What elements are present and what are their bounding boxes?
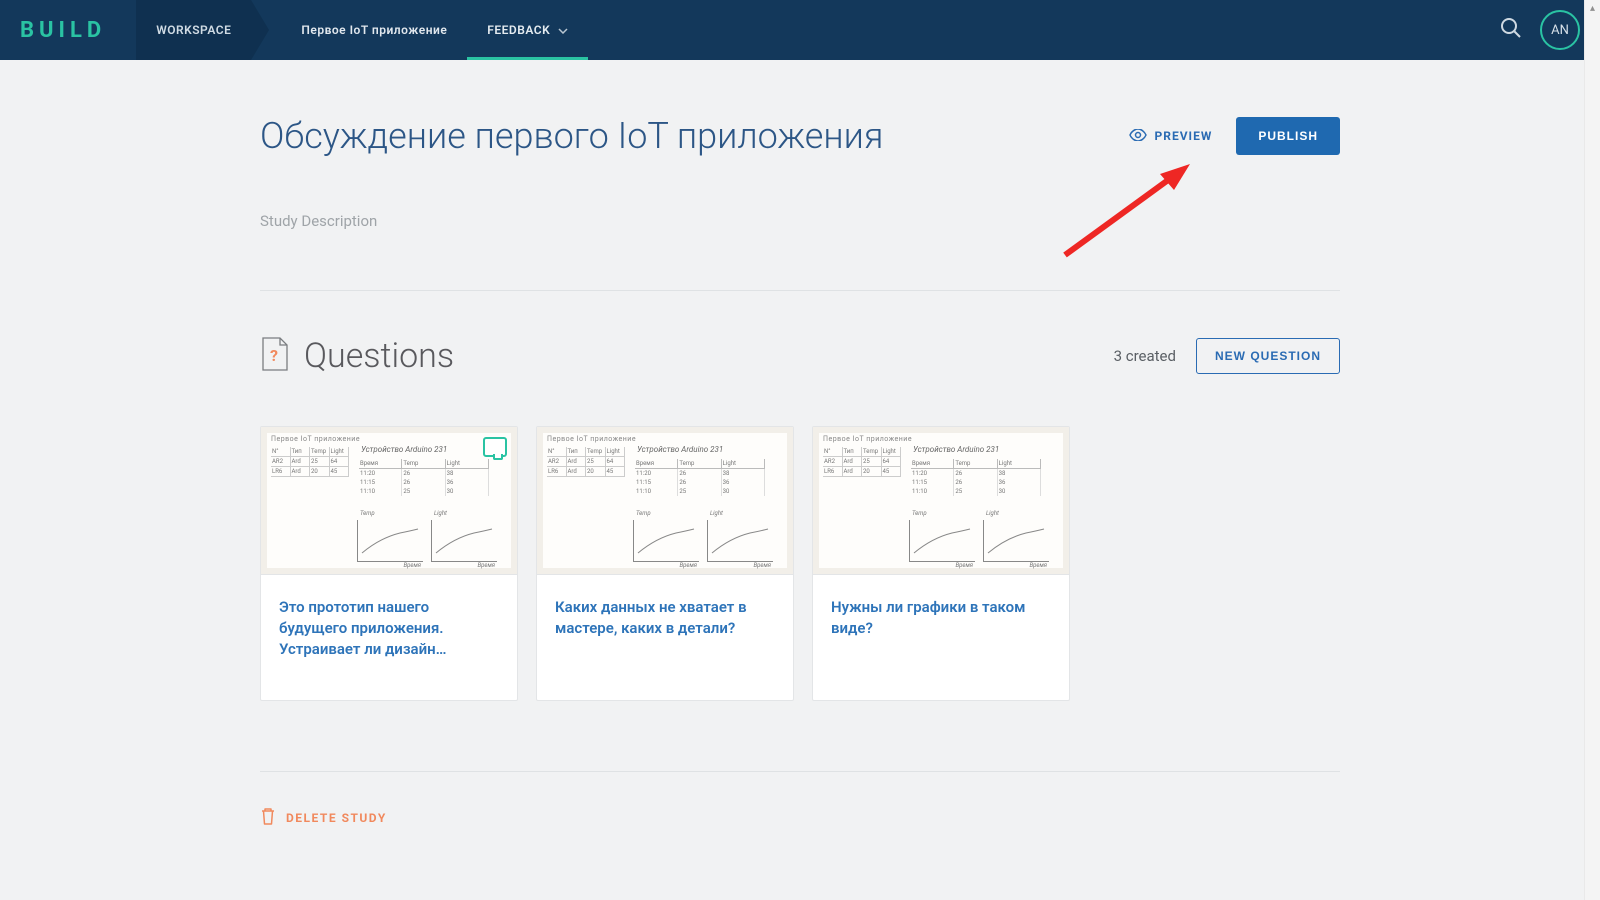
questions-heading: Questions <box>304 336 454 376</box>
preview-button[interactable]: PREVIEW <box>1129 129 1213 144</box>
question-doc-icon: ? <box>260 337 288 375</box>
nav-feedback-tab[interactable]: FEEDBACK <box>467 0 588 60</box>
eye-icon <box>1129 129 1147 144</box>
question-cards: Первое IoT приложение N°ТипTempLightAR2A… <box>260 426 1340 701</box>
monitor-icon <box>483 437 507 457</box>
sketch-thumbnail: Первое IoT приложение N°ТипTempLightAR2A… <box>267 433 511 568</box>
nav-workspace[interactable]: WORKSPACE <box>136 0 251 60</box>
search-icon[interactable] <box>1500 17 1522 43</box>
card-thumbnail: Первое IoT приложение N°ТипTempLightAR2A… <box>537 427 793 575</box>
user-avatar[interactable]: AN <box>1540 10 1580 50</box>
question-card[interactable]: Первое IoT приложение N°ТипTempLightAR2A… <box>260 426 518 701</box>
new-question-button[interactable]: NEW QUESTION <box>1196 338 1340 374</box>
card-thumbnail: Первое IoT приложение N°ТипTempLightAR2A… <box>261 427 517 575</box>
questions-count: 3 created <box>1114 347 1176 365</box>
nav-project-label: Первое IoT приложение <box>301 23 447 37</box>
nav-feedback-label: FEEDBACK <box>487 23 550 37</box>
logo[interactable]: BUILD <box>20 18 106 43</box>
chevron-down-icon <box>558 23 568 37</box>
divider-bottom <box>260 771 1340 772</box>
trash-icon <box>260 807 276 828</box>
study-description-input[interactable]: Study Description <box>260 212 1340 230</box>
card-title: Каких данных не хватает в мастере, каких… <box>537 575 793 679</box>
divider <box>260 290 1340 291</box>
delete-row: DELETE STUDY <box>260 807 1340 829</box>
card-title: Это прототип нашего будущего приложения.… <box>261 575 517 700</box>
new-question-label: NEW QUESTION <box>1215 349 1321 363</box>
question-card[interactable]: Первое IoT приложение N°ТипTempLightAR2A… <box>812 426 1070 701</box>
publish-label: PUBLISH <box>1258 129 1318 143</box>
publish-button[interactable]: PUBLISH <box>1236 117 1340 155</box>
sketch-thumbnail: Первое IoT приложение N°ТипTempLightAR2A… <box>819 433 1063 568</box>
delete-study-label: DELETE STUDY <box>286 811 387 825</box>
scroll-up-icon[interactable]: ▴ <box>1585 0 1600 16</box>
card-thumbnail: Первое IoT приложение N°ТипTempLightAR2A… <box>813 427 1069 575</box>
app-header: BUILD WORKSPACE Первое IoT приложение FE… <box>0 0 1600 60</box>
nav-workspace-label: WORKSPACE <box>156 23 231 37</box>
questions-header: ? Questions 3 created NEW QUESTION <box>260 336 1340 376</box>
nav-project[interactable]: Первое IoT приложение <box>281 0 467 60</box>
question-card[interactable]: Первое IoT приложение N°ТипTempLightAR2A… <box>536 426 794 701</box>
card-title: Нужны ли графики в таком виде? <box>813 575 1069 679</box>
delete-study-button[interactable]: DELETE STUDY <box>260 807 387 828</box>
svg-text:?: ? <box>270 346 278 365</box>
avatar-initials: AN <box>1551 23 1569 38</box>
preview-label: PREVIEW <box>1155 129 1213 143</box>
sketch-thumbnail: Первое IoT приложение N°ТипTempLightAR2A… <box>543 433 787 568</box>
title-row: Обсуждение первого IoT приложения PREVIE… <box>260 115 1340 157</box>
main-content: Обсуждение первого IoT приложения PREVIE… <box>260 60 1340 869</box>
scrollbar[interactable]: ▴ <box>1584 0 1600 900</box>
page-title: Обсуждение первого IoT приложения <box>260 115 883 157</box>
